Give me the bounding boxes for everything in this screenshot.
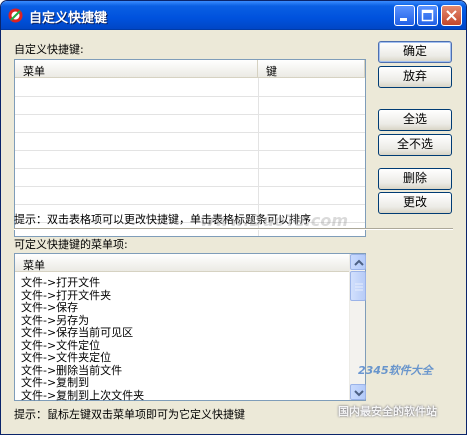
app-icon bbox=[8, 8, 23, 23]
maximize-button[interactable] bbox=[417, 5, 438, 26]
column-header-menu-items[interactable]: 菜单 bbox=[15, 254, 349, 272]
scroll-thumb[interactable] bbox=[350, 271, 366, 301]
discard-button[interactable]: 放弃 bbox=[378, 66, 452, 88]
maximize-icon bbox=[421, 9, 434, 22]
title-bar[interactable]: 自定义快捷键 bbox=[1, 1, 466, 30]
watermark-brand: 2345软件大全 bbox=[358, 364, 433, 377]
minimize-button[interactable] bbox=[394, 5, 415, 26]
close-icon bbox=[446, 10, 457, 21]
watermark-slogan: 国内最安全的软件站 bbox=[338, 405, 437, 418]
list-item[interactable]: 文件->复制到上次文件夹 bbox=[21, 387, 144, 403]
window-title: 自定义快捷键 bbox=[29, 11, 108, 26]
delete-button[interactable]: 删除 bbox=[378, 168, 452, 190]
vertical-scrollbar[interactable] bbox=[349, 254, 366, 400]
modify-button[interactable]: 更改 bbox=[378, 192, 452, 214]
select-none-button[interactable]: 全不选 bbox=[378, 134, 452, 156]
table-row-line bbox=[15, 186, 365, 187]
menu-items-list[interactable]: 菜单 文件->打开文件 文件->打开文件夹 文件->保存 文件->另存为 文件-… bbox=[14, 253, 366, 403]
chevron-down-icon bbox=[354, 390, 364, 397]
column-header-menu[interactable]: 菜单 bbox=[15, 60, 258, 78]
chevron-up-icon bbox=[354, 259, 364, 266]
watermark-site: www.DuoTe.com bbox=[200, 211, 348, 230]
table-row-line bbox=[15, 114, 365, 115]
dialog-body: 自定义快捷键: 菜单 键 确定 放弃 全选 全不选 删除 更改 提示：双击表格项… bbox=[4, 31, 463, 431]
close-button[interactable] bbox=[441, 5, 462, 26]
table-row-line bbox=[15, 96, 365, 97]
table-row-line bbox=[15, 150, 365, 151]
table-row-line bbox=[15, 204, 365, 205]
table-row-line bbox=[15, 168, 365, 169]
column-header-key[interactable]: 键 bbox=[258, 60, 365, 78]
scroll-up-button[interactable] bbox=[350, 254, 366, 270]
menu-items-label: 可定义快捷键的菜单项: bbox=[14, 238, 128, 251]
confirm-button[interactable]: 确定 bbox=[378, 41, 452, 63]
grip-icon bbox=[355, 283, 363, 291]
custom-shortcut-dialog: 自定义快捷键 自定义快捷键: 菜单 键 确定 放弃 全选 全不选 删除 更改 提… bbox=[0, 0, 467, 435]
table-row-line bbox=[15, 132, 365, 133]
scroll-down-button[interactable] bbox=[350, 384, 366, 400]
select-all-button[interactable]: 全选 bbox=[378, 109, 452, 131]
hint-bottom: 提示：鼠标左键双击菜单项即可为它定义快捷键 bbox=[14, 408, 245, 421]
minimize-icon bbox=[400, 18, 407, 21]
custom-shortcut-label: 自定义快捷键: bbox=[14, 43, 84, 56]
